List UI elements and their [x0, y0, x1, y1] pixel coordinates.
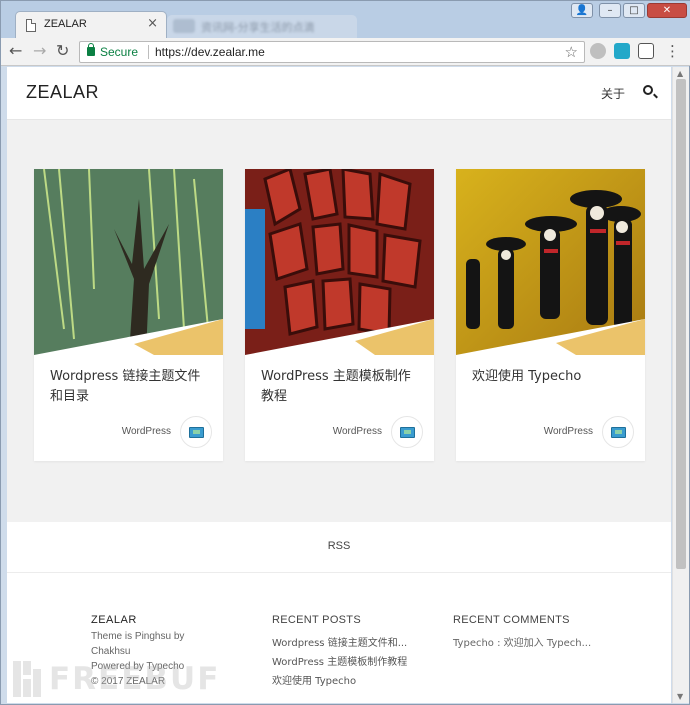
rss-link[interactable]: RSS: [7, 540, 671, 552]
divider: [148, 45, 149, 59]
page-scrollbar[interactable]: ▲ ▼: [672, 67, 689, 703]
page-viewport: ZEALAR 关于 Wordpress 链接主题文件和目录 WordPress …: [7, 67, 671, 703]
footer-recent-comments: RECENT COMMENTS Typecho : 欢迎加入 Typech...: [453, 614, 591, 653]
bookmark-star-icon[interactable]: ☆: [565, 43, 578, 61]
scroll-down-arrow[interactable]: ▼: [677, 692, 683, 701]
post-card[interactable]: Wordpress 链接主题文件和目录 WordPress: [34, 169, 223, 461]
back-button[interactable]: ←: [9, 42, 22, 60]
recent-posts-title: RECENT POSTS: [272, 614, 361, 626]
extension-grid-icon[interactable]: [614, 43, 630, 59]
post-thumbnail[interactable]: [245, 169, 434, 355]
browser-menu-icon[interactable]: ⋮: [665, 42, 680, 60]
footer-recent-posts: RECENT POSTS Wordpress 链接主题文件和... WordPr…: [272, 614, 407, 691]
footer-brand: ZEALAR: [91, 614, 137, 626]
reload-button[interactable]: ↻: [56, 42, 69, 60]
post-card[interactable]: 欢迎使用 Typecho WordPress: [456, 169, 645, 461]
user-icon[interactable]: 👤: [571, 3, 593, 18]
image-post-icon: [180, 416, 212, 448]
tab-close-icon[interactable]: ×: [147, 16, 158, 31]
image-post-icon: [391, 416, 423, 448]
recent-post-link[interactable]: Wordpress 链接主题文件和...: [272, 634, 407, 653]
recent-comment-link[interactable]: Typecho : 欢迎加入 Typech...: [453, 634, 591, 653]
favicon-icon: [173, 19, 195, 33]
post-category[interactable]: WordPress: [333, 426, 382, 437]
tab-title: ZEALAR: [44, 18, 87, 30]
browser-toolbar: ← → ↻ Secure https://dev.zealar.me ☆ ⋮: [1, 38, 690, 66]
tab-inactive-title: 资讯网-分享生活的点滴: [201, 22, 315, 34]
url-text[interactable]: https://dev.zealar.me: [155, 45, 265, 59]
recent-comments-title: RECENT COMMENTS: [453, 614, 570, 626]
scroll-up-arrow[interactable]: ▲: [677, 69, 683, 78]
tab-inactive[interactable]: 资讯网-分享生活的点滴: [167, 15, 357, 39]
nav-about-link[interactable]: 关于: [601, 85, 625, 102]
extension-chart-icon[interactable]: [638, 43, 654, 59]
browser-window: ZEALAR × 资讯网-分享生活的点滴 👤 – □ ✕ ← → ↻ Secur…: [0, 0, 690, 705]
rss-bar: RSS: [7, 522, 671, 573]
recent-post-link[interactable]: WordPress 主题模板制作教程: [272, 653, 407, 672]
window-controls: 👤 – □ ✕: [571, 3, 687, 19]
close-window-button[interactable]: ✕: [647, 3, 687, 18]
search-icon[interactable]: [643, 85, 653, 95]
footer-theme-line: Theme is Pinghsu by: [91, 631, 185, 642]
post-category[interactable]: WordPress: [544, 426, 593, 437]
tab-strip: ZEALAR × 资讯网-分享生活的点滴 👤 – □ ✕: [1, 1, 690, 39]
lock-icon: [87, 43, 95, 56]
minimize-button[interactable]: –: [599, 3, 621, 18]
post-title[interactable]: WordPress 主题模板制作教程: [261, 367, 423, 407]
post-title[interactable]: 欢迎使用 Typecho: [472, 367, 634, 387]
secure-label: Secure: [100, 45, 139, 59]
post-thumbnail[interactable]: [34, 169, 223, 355]
image-post-icon: [602, 416, 634, 448]
tab-active[interactable]: ZEALAR ×: [15, 11, 167, 39]
post-card[interactable]: WordPress 主题模板制作教程 WordPress: [245, 169, 434, 461]
post-title[interactable]: Wordpress 链接主题文件和目录: [50, 367, 212, 407]
address-bar[interactable]: Secure https://dev.zealar.me ☆: [79, 41, 585, 63]
recent-post-link[interactable]: 欢迎使用 Typecho: [272, 672, 407, 691]
watermark-text: FREEBUF: [49, 661, 221, 697]
page-icon: [26, 19, 36, 32]
post-thumbnail[interactable]: [456, 169, 645, 355]
post-category[interactable]: WordPress: [122, 426, 171, 437]
site-header: ZEALAR 关于: [7, 67, 671, 120]
site-logo[interactable]: ZEALAR: [26, 82, 99, 103]
extension-shield-icon[interactable]: [590, 43, 606, 59]
freebuf-watermark: FREEBUF: [11, 657, 218, 701]
scroll-thumb[interactable]: [676, 79, 686, 569]
maximize-button[interactable]: □: [623, 3, 645, 18]
forward-button[interactable]: →: [33, 42, 46, 60]
